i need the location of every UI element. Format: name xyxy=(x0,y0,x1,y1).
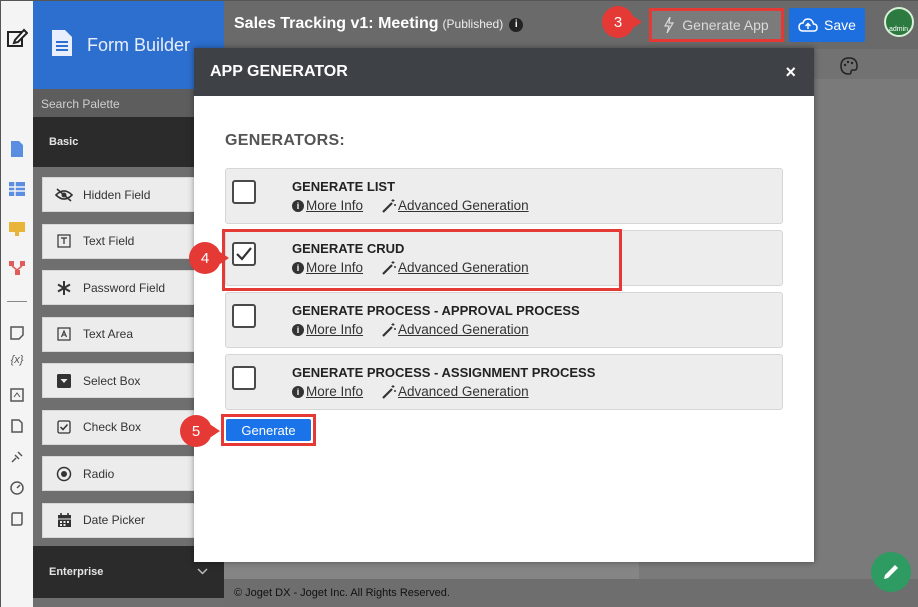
palette-item-select-box[interactable]: Select Box xyxy=(42,363,202,398)
palette-item-label: Date Picker xyxy=(83,513,146,527)
avatar-label: admin xyxy=(889,26,909,33)
generate-app-label: Generate App xyxy=(682,17,769,33)
generator-links: i More Info Advanced Generation xyxy=(292,384,529,399)
top-bar: Sales Tracking v1: Meeting (Published) i G… xyxy=(224,1,918,49)
page-icon[interactable] xyxy=(8,324,26,342)
document-icon[interactable] xyxy=(8,417,26,435)
palette-item-date-picker[interactable]: Date Picker xyxy=(42,502,202,538)
advanced-generation-link[interactable]: Advanced Generation xyxy=(398,384,529,399)
palette-item-label: Text Area xyxy=(83,327,134,341)
userview-icon[interactable] xyxy=(8,220,26,238)
generate-approval-process-checkbox[interactable] xyxy=(232,304,256,328)
generator-links: i More Info Advanced Generation xyxy=(292,198,529,213)
generator-name: GENERATE LIST xyxy=(292,179,396,194)
process-icon[interactable] xyxy=(8,259,26,277)
calendar-icon xyxy=(55,511,73,529)
advanced-generation-link[interactable]: Advanced Generation xyxy=(398,322,529,337)
generator-name: GENERATE PROCESS - APPROVAL PROCESS xyxy=(292,303,580,318)
info-icon: i xyxy=(292,323,304,336)
palette-item-radio[interactable]: Radio xyxy=(42,456,202,491)
radio-icon xyxy=(55,465,73,483)
left-icon-rail: {x} xyxy=(1,1,33,607)
generate-list-checkbox[interactable] xyxy=(232,180,256,204)
palette-item-check-box[interactable]: Check Box xyxy=(42,409,202,445)
variable-icon[interactable]: {x} xyxy=(8,351,26,369)
palette-item-password-field[interactable]: Password Field xyxy=(42,270,202,305)
close-icon[interactable]: × xyxy=(785,62,796,83)
pencil-icon xyxy=(882,563,900,581)
select-box-icon xyxy=(55,372,73,390)
save-label: Save xyxy=(824,17,856,33)
asterisk-icon xyxy=(55,279,73,297)
palette-icon[interactable] xyxy=(840,57,858,80)
app-title-block: Sales Tracking v1: Meeting (Published) i xyxy=(234,15,524,33)
app-generator-modal: APP GENERATOR × GENERATORS: GENERATE LIS… xyxy=(194,48,814,562)
magic-wand-icon xyxy=(382,198,397,213)
edit-icon[interactable] xyxy=(6,27,28,49)
rail-divider xyxy=(7,301,27,302)
generator-row-approval-process: GENERATE PROCESS - APPROVAL PROCESS i Mor… xyxy=(225,292,783,348)
palette-item-label: Hidden Field xyxy=(83,187,151,202)
generators-label: GENERATORS: xyxy=(225,132,346,149)
step-marker-3: 3 xyxy=(602,6,642,38)
info-icon[interactable]: i xyxy=(509,17,524,32)
generate-button[interactable]: Generate xyxy=(226,419,311,441)
more-info-link[interactable]: More Info xyxy=(306,198,363,213)
cloud-upload-icon xyxy=(798,18,818,32)
scroll-icon[interactable] xyxy=(8,510,26,528)
save-button[interactable]: Save xyxy=(789,8,865,42)
form-builder-logo-icon xyxy=(51,29,73,62)
info-icon: i xyxy=(292,385,304,398)
palette-item-label: Check Box xyxy=(83,420,142,434)
generate-app-button[interactable]: Generate App xyxy=(649,8,784,42)
modal-title: APP GENERATOR xyxy=(210,63,348,80)
plugin-icon[interactable] xyxy=(8,386,26,404)
eye-slash-icon xyxy=(55,186,73,204)
form-builder-title: Form Builder xyxy=(87,34,191,55)
advanced-generation-link[interactable]: Advanced Generation xyxy=(398,198,529,213)
form-icon[interactable] xyxy=(8,140,26,158)
generate-assignment-process-checkbox[interactable] xyxy=(232,366,256,390)
generate-highlight-box: Generate xyxy=(221,414,316,446)
modal-header: APP GENERATOR × xyxy=(194,48,814,96)
palette-item-label: Text Field xyxy=(83,234,135,248)
basic-group-label: Basic xyxy=(49,136,79,148)
text-field-icon xyxy=(55,232,73,250)
magic-wand-icon xyxy=(382,322,397,337)
footer: © Joget DX - Joget Inc. All Rights Reser… xyxy=(224,579,918,607)
more-info-link[interactable]: More Info xyxy=(306,384,363,399)
palette-item-hidden-field[interactable]: Hidden Field xyxy=(42,177,202,212)
chevron-down-icon xyxy=(197,566,208,578)
step-marker-5: 5 xyxy=(180,415,220,447)
check-box-icon xyxy=(55,418,73,436)
connector-icon[interactable] xyxy=(8,448,26,466)
text-area-icon xyxy=(55,325,73,343)
info-icon: i xyxy=(292,199,304,212)
gauge-icon[interactable] xyxy=(8,479,26,497)
generator-links: i More Info Advanced Generation xyxy=(292,322,529,337)
more-info-link[interactable]: More Info xyxy=(306,322,363,337)
generator-name: GENERATE PROCESS - ASSIGNMENT PROCESS xyxy=(292,365,596,380)
step-marker-4: 4 xyxy=(189,242,229,274)
datalist-icon[interactable] xyxy=(8,180,26,198)
palette-item-label: Select Box xyxy=(83,373,141,388)
palette-item-text-area[interactable]: Text Area xyxy=(42,316,202,352)
palette-item-label: Password Field xyxy=(83,280,166,295)
generator-row-list: GENERATE LIST i More Info Advanced Genera… xyxy=(225,168,783,224)
app-status: (Published) xyxy=(442,17,504,31)
avatar[interactable]: admin xyxy=(884,7,914,37)
generator-row-assignment-process: GENERATE PROCESS - ASSIGNMENT PROCESS iM… xyxy=(225,354,783,410)
palette-item-text-field[interactable]: Text Field xyxy=(42,223,202,259)
magic-wand-icon xyxy=(382,384,397,399)
edit-fab-button[interactable] xyxy=(871,552,911,592)
enterprise-group-label: Enterprise xyxy=(49,566,104,578)
app-title: Sales Tracking v1: Meeting xyxy=(234,15,439,32)
palette-item-label: Radio xyxy=(83,466,115,481)
bolt-icon xyxy=(664,17,675,33)
crud-highlight-box xyxy=(222,229,622,291)
